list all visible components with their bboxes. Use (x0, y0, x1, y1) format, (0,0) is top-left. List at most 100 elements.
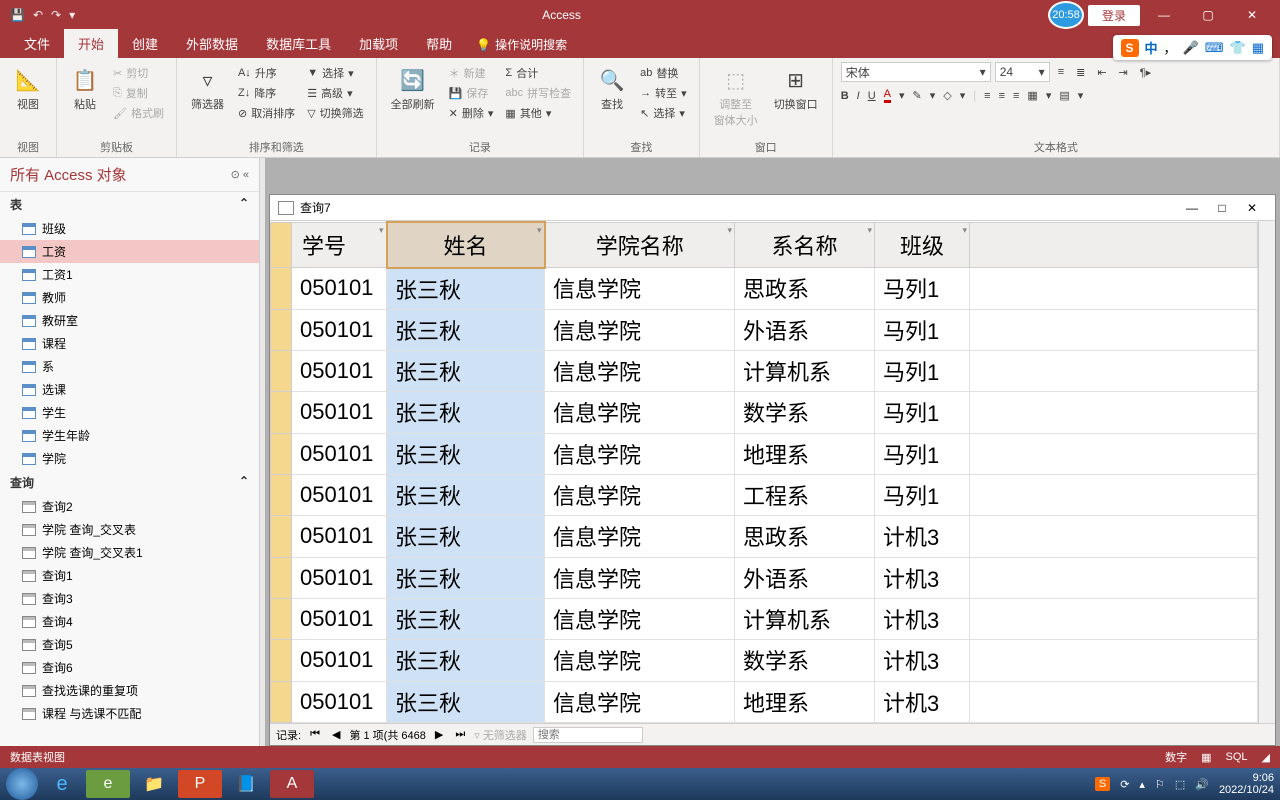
cut-button[interactable]: ✂剪切 (109, 64, 168, 82)
cell[interactable]: 外语系 (735, 557, 875, 598)
fill-color-button[interactable]: ◇ (943, 89, 951, 102)
row-selector[interactable] (271, 557, 292, 598)
clear-sort-button[interactable]: ⊘取消排序 (234, 104, 299, 122)
cell[interactable]: 050101 (292, 268, 387, 309)
save-icon[interactable]: 💾 (10, 8, 25, 22)
cell[interactable]: 信息学院 (545, 557, 735, 598)
taskbar-powerpoint[interactable]: P (178, 770, 222, 798)
cell[interactable]: 张三秋 (387, 516, 545, 557)
gridlines-button[interactable]: ▦ (1027, 89, 1037, 102)
ime-indicator[interactable]: S 中 ， 🎤 ⌨ 👕 ▦ (1113, 35, 1272, 60)
cell[interactable]: 张三秋 (387, 681, 545, 722)
search-records-input[interactable] (533, 727, 643, 743)
taskbar-ie[interactable]: e (40, 770, 84, 798)
column-header[interactable]: 学院名称▾ (545, 222, 735, 268)
advanced-filter-button[interactable]: ☰高级 ▾ (303, 84, 367, 102)
cell[interactable]: 信息学院 (545, 392, 735, 433)
nav-table-item[interactable]: 工资 (0, 240, 259, 263)
cell[interactable]: 信息学院 (545, 681, 735, 722)
cell[interactable]: 计机3 (875, 640, 970, 681)
totals-button[interactable]: Σ合计 (501, 64, 575, 82)
cell[interactable]: 数学系 (735, 640, 875, 681)
cell[interactable]: 计算机系 (735, 598, 875, 639)
cell[interactable]: 计机3 (875, 516, 970, 557)
align-center-button[interactable]: ≡ (999, 90, 1005, 102)
replace-button[interactable]: ab替换 (636, 64, 691, 82)
selection-filter-button[interactable]: ▼选择 ▾ (303, 64, 367, 82)
tell-me-search[interactable]: 💡 操作说明搜索 (476, 36, 567, 58)
sort-desc-button[interactable]: Z↓降序 (234, 84, 299, 102)
cell[interactable]: 张三秋 (387, 640, 545, 681)
cell[interactable]: 马列1 (875, 474, 970, 515)
nav-table-item[interactable]: 选课 (0, 378, 259, 401)
cell[interactable]: 信息学院 (545, 268, 735, 309)
cell[interactable]: 张三秋 (387, 268, 545, 309)
table-row[interactable]: 050101张三秋信息学院地理系计机3 (271, 681, 1258, 722)
row-selector[interactable] (271, 598, 292, 639)
row-selector[interactable] (271, 392, 292, 433)
restore-icon[interactable]: ▢ (1188, 1, 1228, 29)
cell[interactable]: 计机3 (875, 557, 970, 598)
datasheet-view-button[interactable]: ▦ (1201, 751, 1211, 764)
cell[interactable]: 计机3 (875, 681, 970, 722)
cell[interactable]: 050101 (292, 433, 387, 474)
new-record-button[interactable]: ＊新建 (445, 64, 498, 82)
copy-button[interactable]: ⎘复制 (109, 84, 168, 102)
nav-table-item[interactable]: 工资1 (0, 263, 259, 286)
tray-up-icon[interactable]: ▴ (1139, 778, 1145, 791)
spelling-button[interactable]: abc拼写检查 (501, 84, 575, 102)
tray-network-icon[interactable]: ⬚ (1175, 778, 1185, 791)
view-button[interactable]: 📐 视图 (8, 62, 48, 116)
nav-section-tables[interactable]: 表⌃ (0, 192, 259, 217)
next-record-button[interactable]: ▶ (432, 728, 446, 741)
cell[interactable]: 050101 (292, 598, 387, 639)
cell[interactable]: 思政系 (735, 516, 875, 557)
cell[interactable]: 马列1 (875, 309, 970, 350)
cell[interactable]: 马列1 (875, 392, 970, 433)
refresh-all-button[interactable]: 🔄 全部刷新 (385, 62, 441, 116)
sql-view-button[interactable]: SQL (1226, 751, 1248, 763)
nav-query-item[interactable]: 查找选课的重复项 (0, 679, 259, 702)
column-dropdown-icon[interactable]: ▾ (727, 225, 732, 236)
last-record-button[interactable]: ⏭ (452, 728, 468, 741)
nav-table-item[interactable]: 教师 (0, 286, 259, 309)
nav-table-item[interactable]: 教研室 (0, 309, 259, 332)
datasheet-grid[interactable]: 学号▾姓名▾学院名称▾系名称▾班级▾050101张三秋信息学院思政系马列1050… (270, 221, 1275, 723)
tab-create[interactable]: 创建 (118, 29, 172, 58)
prev-record-button[interactable]: ◀ (329, 728, 343, 741)
fit-form-button[interactable]: ⬚ 调整至 窗体大小 (708, 62, 764, 132)
column-header[interactable]: 班级▾ (875, 222, 970, 268)
more-button[interactable]: ▦其他 ▾ (501, 104, 575, 122)
cell[interactable]: 信息学院 (545, 309, 735, 350)
cell[interactable]: 信息学院 (545, 474, 735, 515)
nav-query-item[interactable]: 查询1 (0, 564, 259, 587)
nav-collapse-icon[interactable]: ⊙ « (231, 168, 249, 181)
nav-query-item[interactable]: 查询6 (0, 656, 259, 679)
cell[interactable]: 马列1 (875, 350, 970, 391)
cell[interactable]: 050101 (292, 474, 387, 515)
column-header[interactable]: 系名称▾ (735, 222, 875, 268)
row-selector[interactable] (271, 640, 292, 681)
row-selector[interactable] (271, 474, 292, 515)
column-header[interactable]: 姓名▾ (387, 222, 545, 268)
tab-file[interactable]: 文件 (10, 29, 64, 58)
cell[interactable]: 张三秋 (387, 557, 545, 598)
design-view-button[interactable]: ◢ (1262, 751, 1270, 764)
nav-query-item[interactable]: 查询2 (0, 495, 259, 518)
redo-icon[interactable]: ↷ (51, 8, 61, 22)
table-row[interactable]: 050101张三秋信息学院数学系计机3 (271, 640, 1258, 681)
bullets-icon[interactable]: ≡ (1054, 62, 1068, 82)
tray-clock[interactable]: 9:06 2022/10/24 (1219, 772, 1274, 796)
tray-sync-icon[interactable]: ⟳ (1120, 778, 1129, 791)
taskbar-notepad[interactable]: 📘 (224, 770, 268, 798)
add-column[interactable] (970, 222, 1258, 268)
tray-sogou-icon[interactable]: S (1095, 777, 1110, 791)
login-button[interactable]: 登录 (1088, 5, 1140, 26)
start-button[interactable] (6, 768, 38, 800)
cell[interactable]: 工程系 (735, 474, 875, 515)
tab-dbtools[interactable]: 数据库工具 (252, 29, 345, 58)
font-color-button[interactable]: A (884, 88, 891, 103)
row-selector[interactable] (271, 433, 292, 474)
cell[interactable]: 张三秋 (387, 392, 545, 433)
cell[interactable]: 050101 (292, 350, 387, 391)
